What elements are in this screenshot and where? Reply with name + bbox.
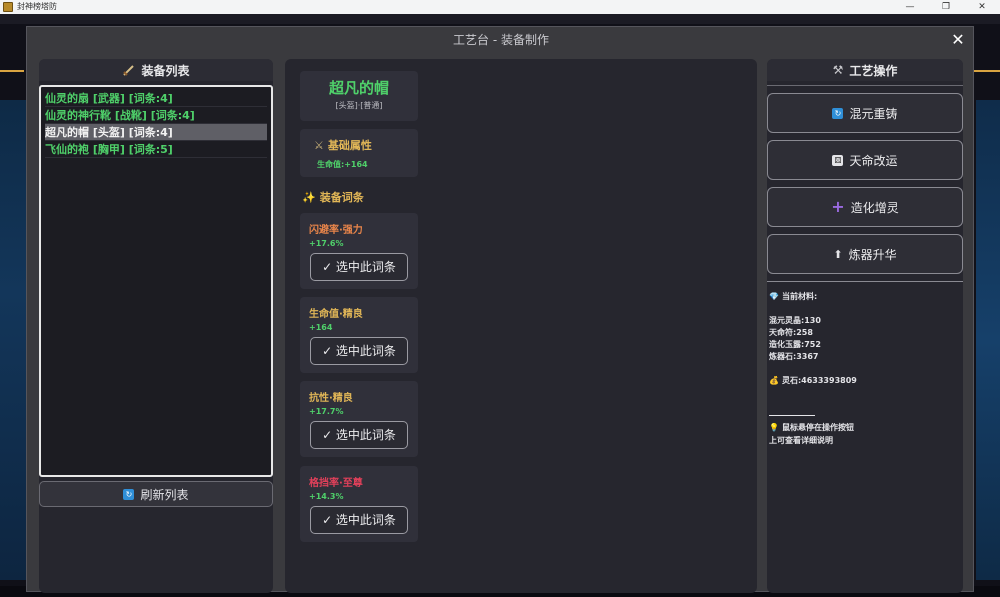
material-row: 混元灵晶:130 <box>769 316 821 325</box>
crossed-swords-icon: ⚔ <box>314 139 324 152</box>
materials-block: 💎 当前材料: 混元灵晶:130 天命符:258 造化玉露:752 炼器石:336… <box>769 291 959 387</box>
gem-icon: 💎 <box>769 292 779 301</box>
refresh-icon: ↻ <box>123 488 135 500</box>
maximize-button[interactable]: ❐ <box>928 0 964 14</box>
affix-name: 生命值·精良 <box>309 309 363 320</box>
affix-card: 格挡率·至尊 +14.3% ✓ 选中此词条 <box>300 466 418 542</box>
base-attribute-value: 生命值:+164 <box>317 160 368 169</box>
materials-title-row: 💎 当前材料: <box>769 291 959 303</box>
equipment-list-title: 装备列表 <box>141 63 190 78</box>
affix-name: 闪避率·强力 <box>309 225 363 236</box>
item-detail-panel: 超凡的帽 [头盔]·[普通] ⚔ 基础属性 生命值:+164 ✨ 装备词条 闪避率·… <box>285 59 757 593</box>
affix-value: +164 <box>309 323 333 332</box>
sword-icon <box>123 64 135 76</box>
select-affix-button[interactable]: ✓ 选中此词条 <box>310 337 408 365</box>
upgrade-button[interactable]: ⬆ 炼器升华 <box>767 234 963 274</box>
material-row: 造化玉露:752 <box>769 340 821 349</box>
equipment-item-hat[interactable]: 超凡的帽 [头盔] [词条:4] <box>45 124 267 141</box>
minimize-button[interactable]: — <box>892 0 928 14</box>
select-affix-button[interactable]: ✓ 选中此词条 <box>310 253 408 281</box>
hint-text: 鼠标悬停在操作按钮 <box>781 423 854 432</box>
crafting-operations-panel: ⚒ 工艺操作 ↻ 混元重铸 ⚄ 天命改运 + 造化增灵 ⬆ 炼器升华 💎 当前材… <box>767 59 963 593</box>
money-bag-icon: 💰 <box>769 376 779 385</box>
game-left-frame <box>0 70 24 84</box>
spirit-stone-row: 💰 灵石:4633393809 <box>769 375 959 387</box>
materials-title: 当前材料: <box>781 292 818 301</box>
material-row: 炼器石:3367 <box>769 352 819 361</box>
refresh-list-button[interactable]: ↻ 刷新列表 <box>39 481 273 507</box>
window-titlebar: 封神榜塔防 — ❐ ✕ <box>0 0 1000 14</box>
affix-card: 闪避率·强力 +17.6% ✓ 选中此词条 <box>300 213 418 289</box>
spirit-stone-value: 灵石:4633393809 <box>781 376 857 385</box>
app-icon <box>3 2 13 12</box>
game-right-scene <box>976 100 1000 580</box>
lightbulb-icon: 💡 <box>769 423 779 432</box>
equipment-item-robe[interactable]: 飞仙的袍 [胸甲] [词条:5] <box>45 141 267 158</box>
sparkle-icon: ✨ <box>302 191 316 204</box>
reforge-label: 混元重铸 <box>849 106 898 121</box>
affix-value: +14.3% <box>309 492 344 501</box>
equipment-item-fan[interactable]: 仙灵的扇 [武器] [词条:4] <box>45 90 267 107</box>
refresh-icon: ↻ <box>832 107 844 119</box>
crafting-operations-header: ⚒ 工艺操作 <box>767 59 963 81</box>
affix-heading: ✨ 装备词条 <box>302 189 364 205</box>
affix-card: 生命值·精良 +164 ✓ 选中此词条 <box>300 297 418 373</box>
arrow-up-icon: ⬆ <box>833 247 843 261</box>
divider <box>767 281 963 282</box>
game-right-frame <box>970 70 1000 84</box>
hammer-pick-icon: ⚒ <box>832 63 844 77</box>
hint-line: 💡 鼠标悬停在操作按钮 <box>769 421 854 434</box>
material-row: 天命符:258 <box>769 328 813 337</box>
window-close-button[interactable]: ✕ <box>964 0 1000 14</box>
dice-icon: ⚄ <box>832 154 844 166</box>
base-attributes-label: 基础属性 <box>327 139 372 152</box>
affix-heading-label: 装备词条 <box>319 191 364 204</box>
reroll-fate-button[interactable]: ⚄ 天命改运 <box>767 140 963 180</box>
app-root: 封神榜塔防 — ❐ ✕ 工艺台 - 装备制作 ✕ 装备列表 仙灵的扇 [武器] … <box>0 0 1000 597</box>
affix-value: +17.7% <box>309 407 344 416</box>
modal-title: 工艺台 - 装备制作 <box>453 33 549 47</box>
game-top-strip <box>0 14 1000 24</box>
affix-card: 抗性·精良 +17.7% ✓ 选中此词条 <box>300 381 418 457</box>
upgrade-label: 炼器升华 <box>848 247 897 262</box>
reforge-button[interactable]: ↻ 混元重铸 <box>767 93 963 133</box>
divider <box>769 415 815 416</box>
crafting-operations-title: 工艺操作 <box>849 63 898 78</box>
equipment-list-header: 装备列表 <box>39 59 273 81</box>
affix-name: 格挡率·至尊 <box>309 478 363 489</box>
item-name: 超凡的帽 <box>328 79 389 97</box>
item-type-quality: [头盔]·[普通] <box>335 101 383 110</box>
select-affix-button[interactable]: ✓ 选中此词条 <box>310 506 408 534</box>
add-affix-button[interactable]: + 造化增灵 <box>767 187 963 227</box>
equipment-item-boots[interactable]: 仙灵的神行靴 [战靴] [词条:4] <box>45 107 267 124</box>
modal-close-button[interactable]: ✕ <box>949 31 967 49</box>
affix-name: 抗性·精良 <box>309 393 353 404</box>
reroll-fate-label: 天命改运 <box>849 153 898 168</box>
refresh-list-label: 刷新列表 <box>140 487 189 502</box>
base-attributes-card: ⚔ 基础属性 生命值:+164 <box>300 129 418 177</box>
game-left-scene <box>0 100 26 580</box>
crafting-modal: 工艺台 - 装备制作 ✕ 装备列表 仙灵的扇 [武器] [词条:4] 仙灵的神行… <box>26 26 974 593</box>
affix-value: +17.6% <box>309 239 344 248</box>
equipment-list[interactable]: 仙灵的扇 [武器] [词条:4] 仙灵的神行靴 [战靴] [词条:4] 超凡的帽… <box>39 85 273 477</box>
divider <box>767 85 963 86</box>
plus-icon: + <box>831 197 845 216</box>
window-title: 封神榜塔防 <box>17 2 57 11</box>
window-controls: — ❐ ✕ <box>892 0 1000 14</box>
item-name-card: 超凡的帽 [头盔]·[普通] <box>300 71 418 121</box>
select-affix-button[interactable]: ✓ 选中此词条 <box>310 421 408 449</box>
hint-text: 上可查看详细说明 <box>769 436 833 445</box>
hint-block: 💡 鼠标悬停在操作按钮 上可查看详细说明 <box>769 421 854 447</box>
equipment-list-panel: 装备列表 仙灵的扇 [武器] [词条:4] 仙灵的神行靴 [战靴] [词条:4]… <box>39 59 273 593</box>
add-affix-label: 造化增灵 <box>850 200 899 215</box>
base-attributes-title: ⚔ 基础属性 <box>314 137 372 153</box>
